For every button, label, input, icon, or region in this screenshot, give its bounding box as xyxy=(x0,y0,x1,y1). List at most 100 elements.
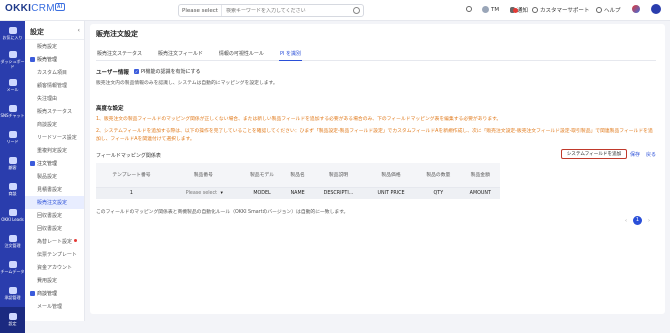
sidebar-item-label: 資金アカウント xyxy=(37,265,73,271)
add-system-field-button[interactable]: システムフィールドを追加 xyxy=(561,149,627,159)
sidebar-item[interactable]: 顧客情報管理 xyxy=(25,79,84,92)
advanced-title: 高度な設定 xyxy=(96,106,124,112)
sidebar-item[interactable]: 販売設定 xyxy=(25,40,84,53)
global-search[interactable]: Please select xyxy=(178,4,364,17)
sidebar-item-label: 為替レート設定 xyxy=(37,239,73,245)
nav-item-4[interactable]: リード xyxy=(0,125,25,151)
nav-icon xyxy=(8,27,17,35)
model-cell[interactable]: MODEL xyxy=(239,187,285,199)
nav-item-7[interactable]: OKKI Leads xyxy=(0,203,25,229)
notice-button[interactable]: 通知 xyxy=(510,6,528,14)
nav-item-9[interactable]: チームデータ xyxy=(0,255,25,281)
product-no-select[interactable]: Please select ▾ xyxy=(166,187,240,199)
sidebar-item[interactable]: カスタム項目 xyxy=(25,66,84,79)
nav-item-8[interactable]: 注文管理 xyxy=(0,229,25,255)
sidebar-item[interactable]: 費用設定 xyxy=(25,274,84,287)
sidebar-item-label: 販売注文設定 xyxy=(37,200,68,206)
nav-item-6[interactable]: 商談 xyxy=(0,177,25,203)
sidebar-section[interactable]: 商談管理 xyxy=(25,287,84,300)
page-number[interactable]: 1 xyxy=(633,216,642,225)
nav-item-1[interactable]: ダッシュボード xyxy=(0,47,25,73)
save-link[interactable]: 保存 xyxy=(630,151,640,158)
sidebar-item[interactable]: 販売ステータス xyxy=(25,105,84,118)
tab-0[interactable]: 販売注文ステータス xyxy=(96,50,143,61)
help-label: ヘルプ xyxy=(604,8,621,14)
sidebar-item-label: 顧客情報管理 xyxy=(37,83,68,89)
sidebar-item[interactable]: 見積書設定 xyxy=(25,183,84,196)
settings-icon[interactable] xyxy=(466,6,472,12)
back-link[interactable]: 戻る xyxy=(646,151,656,158)
sidebar-item[interactable]: 回収書設定 xyxy=(25,222,84,235)
model-value: MODEL xyxy=(253,190,271,196)
qty-cell[interactable]: QTY xyxy=(416,187,461,199)
next-page-icon[interactable]: › xyxy=(648,218,650,224)
prev-page-icon[interactable]: ‹ xyxy=(625,218,627,224)
nav-item-3[interactable]: SNSチャット xyxy=(0,99,25,125)
user-menu[interactable]: TM xyxy=(482,6,499,13)
name-cell[interactable]: NAME xyxy=(284,187,311,199)
nav-label: 顧客 xyxy=(8,165,17,171)
desc-cell[interactable]: DESCRIPTI... xyxy=(310,187,366,199)
tab-1[interactable]: 販売注文フィールド xyxy=(157,50,204,61)
nav-label: ダッシュボード xyxy=(0,59,25,69)
sidebar-item[interactable]: 商談設定 xyxy=(25,118,84,131)
section-icon xyxy=(30,57,35,62)
column-header: 製品モデル xyxy=(239,163,285,188)
sidebar-item-label: 販売ステータス xyxy=(37,109,73,115)
nav-label: メール xyxy=(6,87,19,93)
sidebar-item[interactable]: 資金アカウント xyxy=(25,261,84,274)
sidebar-item[interactable]: メール管理 xyxy=(25,300,84,313)
sidebar-item[interactable]: リードソース設定 xyxy=(25,131,84,144)
search-icon[interactable] xyxy=(353,7,360,14)
sidebar-item-label: 失注理由 xyxy=(37,96,58,102)
nav-icon xyxy=(8,209,17,217)
sidebar-section[interactable]: 注文管理 xyxy=(25,157,84,170)
warning-2: 2、システムフィールドを追加する際は、以下の操作を完了していることを確認してくだ… xyxy=(96,129,653,142)
checkbox-icon[interactable]: ✓ xyxy=(134,69,139,74)
sidebar-item[interactable]: 為替レート設定 xyxy=(25,235,84,248)
sidebar-item-label: 見積書設定 xyxy=(37,187,63,193)
top-bar: OKKICRMAI Please select TM 通知 カスタマーサポート … xyxy=(0,0,670,21)
pi-toggle[interactable]: ✓ PI機能の認識を有効にする xyxy=(134,68,201,75)
nav-item-2[interactable]: メール xyxy=(0,73,25,99)
logo-text: OKKI xyxy=(5,3,32,14)
sidebar-item-label: 回収書設定 xyxy=(37,213,63,219)
app-icon[interactable] xyxy=(632,5,640,13)
profile-avatar[interactable] xyxy=(651,4,661,14)
nav-item-0[interactable]: お気に入り xyxy=(0,21,25,47)
nav-item-5[interactable]: 顧客 xyxy=(0,151,25,177)
search-input[interactable] xyxy=(221,7,352,14)
sidebar-section[interactable]: 販売管理 xyxy=(25,53,84,66)
amount-cell[interactable]: AMOUNT xyxy=(460,187,500,199)
price-cell[interactable]: UNIT PRICE xyxy=(366,187,417,199)
help-button[interactable]: ヘルプ xyxy=(596,6,621,14)
collapse-icon[interactable]: ‹ xyxy=(78,27,80,34)
sidebar-item[interactable]: 販売注文設定 xyxy=(25,196,84,209)
tab-bar: 販売注文ステータス 販売注文フィールド 情報の可視性ルール PI を識別 xyxy=(96,50,656,61)
user-info-title: ユーザー情報 xyxy=(96,70,129,76)
nav-label: 承認管理 xyxy=(4,295,21,301)
logo-ai-badge: AI xyxy=(54,3,65,11)
warning-1: 1、販売注文の製品フィールドのマッピング関係が正しくない場合、または新しい製品フ… xyxy=(96,117,502,122)
tab-3[interactable]: PI を識別 xyxy=(278,50,303,61)
search-scope-select[interactable]: Please select xyxy=(179,5,222,16)
nav-icon xyxy=(8,287,17,295)
nav-icon xyxy=(8,183,17,191)
sidebar-item[interactable]: 回収書設定 xyxy=(25,209,84,222)
nav-label: 商談 xyxy=(8,191,17,197)
sidebar-item-label: 重複判定設定 xyxy=(37,148,68,154)
nav-item-11[interactable]: 設定 xyxy=(0,307,25,333)
tab-2[interactable]: 情報の可視性ルール xyxy=(218,50,265,61)
app-logo[interactable]: OKKICRM AI xyxy=(5,3,65,14)
notice-label: 通知 xyxy=(517,8,529,14)
sidebar-item[interactable]: 伝票テンプレート xyxy=(25,248,84,261)
sidebar-item[interactable]: 失注理由 xyxy=(25,92,84,105)
column-header: 製品価格 xyxy=(366,163,417,188)
alert-dot xyxy=(74,239,77,242)
sidebar-item-label: 販売設定 xyxy=(37,44,58,50)
support-button[interactable]: カスタマーサポート xyxy=(532,6,589,14)
notice-badge xyxy=(513,8,518,13)
sidebar-item[interactable]: 製品設定 xyxy=(25,170,84,183)
sidebar-item[interactable]: 重複判定設定 xyxy=(25,144,84,157)
nav-item-10[interactable]: 承認管理 xyxy=(0,281,25,307)
